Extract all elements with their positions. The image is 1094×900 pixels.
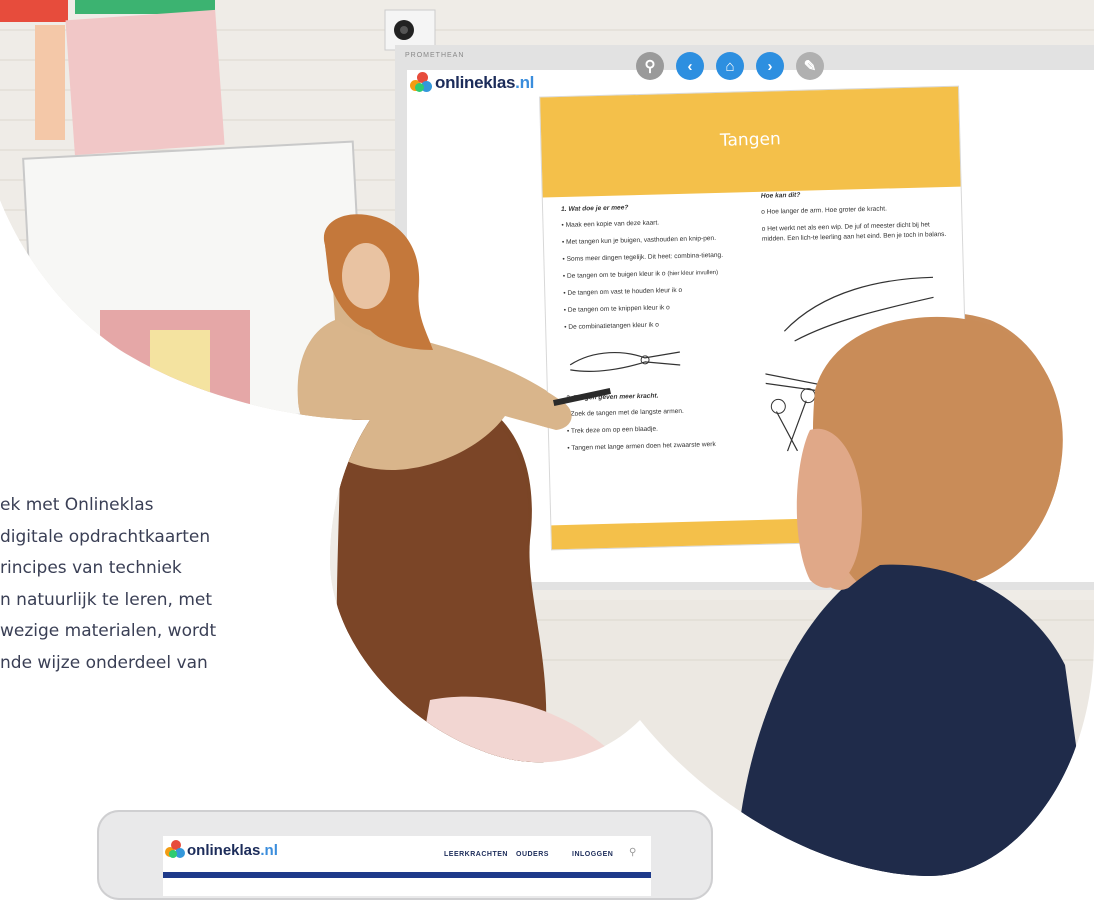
tablet-hero-bar bbox=[163, 872, 651, 878]
nav-leerkrachten[interactable]: LEERKRACHTEN bbox=[444, 851, 508, 858]
tablet-logo-text: onlineklas.nl bbox=[187, 841, 278, 859]
intro-line: nde wijze onderdeel van bbox=[0, 652, 208, 673]
intro-line: wezige materialen, wordt bbox=[0, 621, 217, 641]
nav-ouders[interactable]: OUDERS bbox=[516, 851, 549, 858]
teacher-face bbox=[342, 243, 390, 309]
intro-line: digitale opdrachtkaarten bbox=[0, 526, 211, 547]
intro-line: n natuurlijk te leren, met bbox=[0, 589, 213, 610]
intro-line: ek met Onlineklas bbox=[0, 495, 154, 515]
search-icon[interactable]: ⚲ bbox=[629, 847, 639, 858]
logo-icon bbox=[165, 840, 185, 860]
intro-line: rincipes van techniek bbox=[0, 558, 182, 578]
foreground-people bbox=[298, 214, 1094, 876]
teacher-body bbox=[298, 320, 572, 470]
tablet-logo[interactable]: onlineklas.nl bbox=[165, 840, 278, 860]
nav-inloggen[interactable]: INLOGGEN bbox=[572, 851, 613, 858]
child-right-shirt bbox=[735, 564, 1094, 876]
intro-paragraph: ek met Onlineklas digitale opdrachtkaart… bbox=[0, 490, 300, 679]
pointer-pen bbox=[553, 388, 611, 406]
